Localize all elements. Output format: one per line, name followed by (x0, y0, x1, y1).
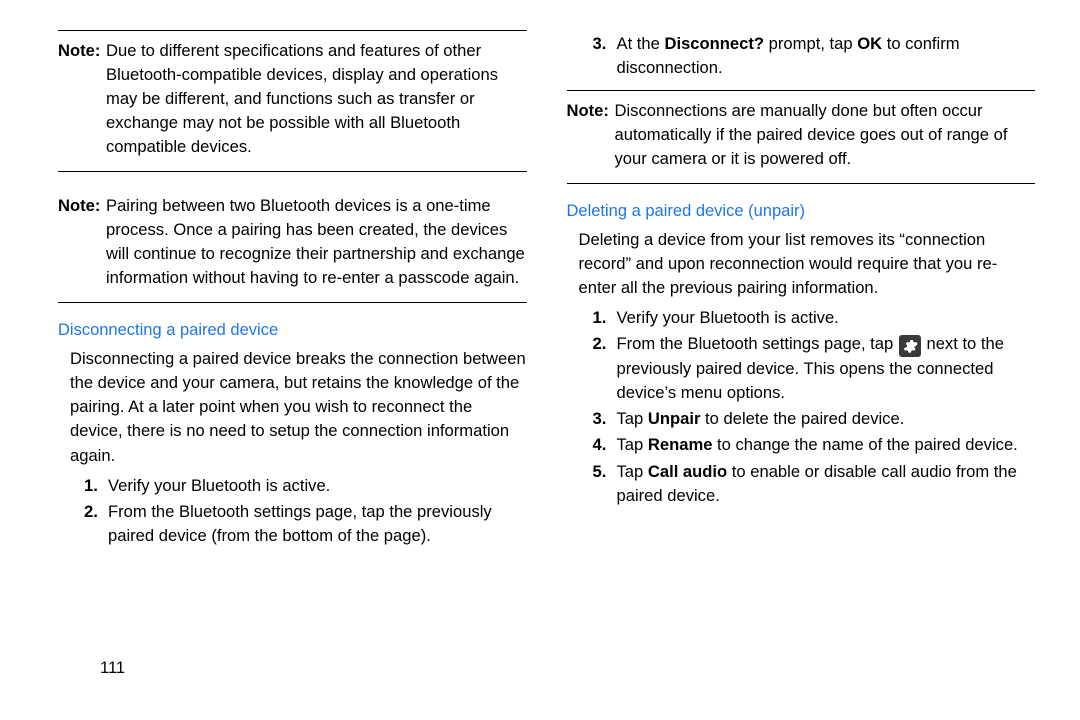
list-item: 5. Tap Call audio to enable or disable c… (593, 460, 1036, 508)
step-text: Tap Call audio to enable or disable call… (617, 460, 1036, 508)
step-text: Tap Unpair to delete the paired device. (617, 407, 1036, 431)
note-text: Disconnections are manually done but oft… (615, 99, 1036, 171)
list-item: 2. From the Bluetooth settings page, tap… (84, 500, 527, 548)
disconnect-steps-cont: 3. At the Disconnect? prompt, tap OK to … (567, 32, 1036, 80)
step-number: 5. (593, 460, 617, 508)
section-heading-deleting: Deleting a paired device (unpair) (567, 200, 1036, 224)
page-content: Note: Due to different specifications an… (0, 0, 1080, 720)
section-intro: Disconnecting a paired device breaks the… (70, 347, 527, 467)
step-text: From the Bluetooth settings page, tap ne… (617, 332, 1036, 405)
note-label: Note: (58, 194, 106, 290)
step-number: 2. (84, 500, 108, 548)
note-label: Note: (58, 39, 106, 159)
list-item: 4. Tap Rename to change the name of the … (593, 433, 1036, 457)
step-number: 1. (593, 306, 617, 330)
note-block-2: Note: Pairing between two Bluetooth devi… (58, 186, 527, 303)
list-item: 3. At the Disconnect? prompt, tap OK to … (593, 32, 1036, 80)
unpair-steps: 1. Verify your Bluetooth is active. 2. F… (567, 306, 1036, 507)
step-number: 3. (593, 407, 617, 431)
list-item: 1. Verify your Bluetooth is active. (593, 306, 1036, 330)
section-intro: Deleting a device from your list removes… (579, 228, 1036, 300)
step-text: Verify your Bluetooth is active. (108, 474, 527, 498)
note-block-1: Note: Due to different specifications an… (58, 30, 527, 172)
step-number: 3. (593, 32, 617, 80)
list-item: 3. Tap Unpair to delete the paired devic… (593, 407, 1036, 431)
step-number: 2. (593, 332, 617, 405)
step-text: From the Bluetooth settings page, tap th… (108, 500, 527, 548)
disconnect-steps: 1. Verify your Bluetooth is active. 2. F… (58, 474, 527, 548)
list-item: 1. Verify your Bluetooth is active. (84, 474, 527, 498)
left-column: Note: Due to different specifications an… (58, 30, 527, 700)
note-text: Pairing between two Bluetooth devices is… (106, 194, 527, 290)
page-number: 111 (100, 659, 125, 678)
gear-icon (899, 335, 921, 357)
step-number: 1. (84, 474, 108, 498)
note-block-3: Note: Disconnections are manually done b… (567, 90, 1036, 184)
step-text: Verify your Bluetooth is active. (617, 306, 1036, 330)
step-text: At the Disconnect? prompt, tap OK to con… (617, 32, 1036, 80)
right-column: 3. At the Disconnect? prompt, tap OK to … (567, 30, 1036, 700)
list-item: 2. From the Bluetooth settings page, tap… (593, 332, 1036, 405)
note-label: Note: (567, 99, 615, 171)
step-text: Tap Rename to change the name of the pai… (617, 433, 1036, 457)
step-number: 4. (593, 433, 617, 457)
section-heading-disconnecting: Disconnecting a paired device (58, 319, 527, 343)
note-text: Due to different specifications and feat… (106, 39, 527, 159)
